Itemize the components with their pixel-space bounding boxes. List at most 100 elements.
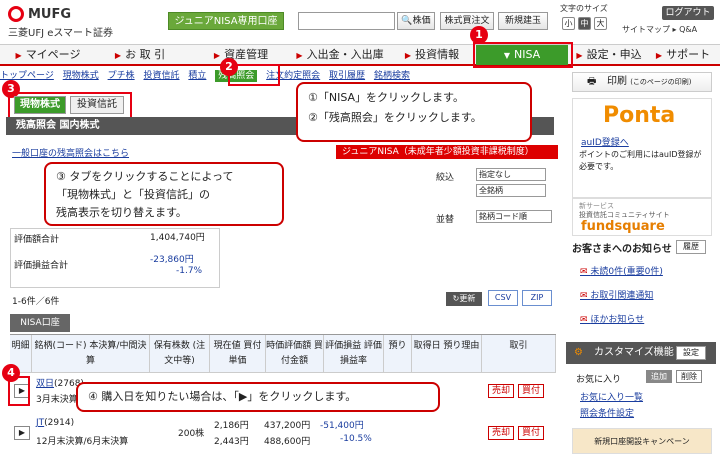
fav-list-link[interactable]: お気に入り一覧 <box>580 390 643 403</box>
font-mid-button[interactable]: 中 <box>578 17 591 30</box>
sell-button-2[interactable]: 売却 <box>488 426 514 440</box>
row-term: 12月末決算/6月末決算 <box>36 437 129 447</box>
bottom-banner[interactable]: 新規口座開設キャンペーン <box>572 428 712 454</box>
sort-select[interactable]: 銘柄コード順 <box>476 210 552 223</box>
th-acquired: 取得日 預り理由 <box>412 335 482 373</box>
top-links[interactable]: サイトマップ ▸ Q&A <box>622 24 697 35</box>
subnav-history[interactable]: 取引履歴 <box>329 71 365 81</box>
fav-add-button[interactable]: 追加 <box>646 370 672 383</box>
callout-steps-1-2: ①「NISA」をクリックします。 ②「残高照会」をクリックします。 <box>296 82 532 142</box>
notice-other[interactable]: ✉ ほかお知らせ <box>580 312 644 325</box>
subnav-stock[interactable]: 現物株式 <box>63 71 99 81</box>
eval-total-value: 1,404,740円 <box>150 233 205 243</box>
zip-button[interactable]: ZIP <box>522 290 552 306</box>
play-icon: ▶ <box>18 428 26 437</box>
ponta-banner[interactable]: Ponta auID登録へ ポイントのご利用にはauID登録が必要です。 <box>572 98 712 198</box>
sell-button[interactable]: 売却 <box>488 384 514 398</box>
row-pl-pct: -10.5% <box>340 434 372 444</box>
result-count: 1-6件／6件 <box>12 297 60 307</box>
font-small-button[interactable]: 小 <box>562 17 575 30</box>
buy-button[interactable]: 買付 <box>518 384 544 398</box>
font-large-button[interactable]: 大 <box>594 17 607 30</box>
subnav-tsumitate[interactable]: 積立 <box>188 71 206 81</box>
row-shares: 200株 <box>178 429 205 439</box>
nav-deposit[interactable]: 入出金・入出庫 <box>292 45 388 65</box>
csv-button[interactable]: CSV <box>488 290 518 306</box>
pl-pct: -1.7% <box>176 266 203 276</box>
callout-3a: ③ タブをクリックすることによって <box>56 170 234 183</box>
th-custody: 預り <box>384 335 412 373</box>
search-icon: 🔍 <box>401 16 413 26</box>
th-name: 銘柄(コード) 本決算/中間決算 <box>32 335 150 373</box>
th-shares: 保有株数 (注文中等) <box>150 335 210 373</box>
narrow-label: 絞込 <box>436 173 455 183</box>
fundsquare-banner[interactable]: 新サービス 投資信託コミュニティサイト fundsquare <box>572 198 712 236</box>
history-button[interactable]: 履歴 <box>676 240 706 254</box>
callout-step-3: ③ タブをクリックすることによって 「現物株式」と「投資信託」の 残高表示を切り… <box>44 162 284 226</box>
mail-icon: ✉ <box>580 315 591 325</box>
subnav-search[interactable]: 銘柄検索 <box>374 71 410 81</box>
notice-trade[interactable]: ✉ お取引関連通知 <box>580 288 653 301</box>
marker-2: 2 <box>220 58 238 76</box>
marker-1: 1 <box>470 26 488 44</box>
custom-settings-button[interactable]: 設定 <box>676 346 706 360</box>
highlight-nisa <box>473 42 573 68</box>
mail-icon: ✉ <box>580 291 591 301</box>
brand-logo[interactable]: MUFG <box>8 6 71 22</box>
row-term: 3月末決算 <box>36 395 78 405</box>
callout-1-text: ①「NISA」をクリックします。 <box>308 91 464 104</box>
mufg-logo-icon <box>8 6 24 22</box>
notice-unread[interactable]: ✉ 未読0件(重要0件) <box>580 264 663 277</box>
refresh-button[interactable]: ↻更新 <box>446 292 482 306</box>
ponta-text: ポイントのご利用にはauID登録が必要です。 <box>579 150 702 171</box>
th-price: 現在値 買付単価 <box>210 335 266 373</box>
row-pl: -51,400円 <box>320 421 364 431</box>
detail-expand-button-2[interactable]: ▶ <box>14 426 30 440</box>
table-row: JT(2914) <box>36 418 75 428</box>
nav-support[interactable]: サポート <box>648 45 718 65</box>
print-button[interactable]: 🖶 印刷 (このページの印刷) <box>572 72 712 92</box>
nav-mypage[interactable]: マイページ <box>8 45 88 65</box>
favorites-label: お気に入り <box>576 375 622 385</box>
callout-step-4: ④ 購入日を知りたい場合は、「▶」をクリックします。 <box>76 382 440 412</box>
row-buy-amt: 488,600円 <box>264 437 311 447</box>
subnav-petit[interactable]: プチ株 <box>108 71 135 81</box>
logout-button[interactable]: ログアウト <box>662 6 714 20</box>
ponta-link[interactable]: auID登録へ <box>581 135 629 148</box>
narrow-select-2[interactable]: 全銘柄 <box>476 184 546 197</box>
gear-icon: ⚙ <box>574 347 583 358</box>
row-eval: 437,200円 <box>264 421 311 431</box>
buy-order-button[interactable]: 株式買注文 <box>440 12 494 30</box>
fav-delete-button[interactable]: 削除 <box>676 370 702 383</box>
font-size-label: 文字のサイズ <box>560 4 608 13</box>
th-eval: 時価評価額 買付金額 <box>266 335 324 373</box>
th-trade: 取引 <box>482 335 556 373</box>
general-account-link[interactable]: 一般口座の残高照会はこちら <box>12 146 129 159</box>
buy-button-2[interactable]: 買付 <box>518 426 544 440</box>
inquiry-settings-link[interactable]: 照会条件設定 <box>580 406 634 419</box>
brand-sub: 三菱UFJ eスマート証券 <box>8 28 114 39</box>
mail-icon: ✉ <box>580 267 591 277</box>
printer-icon: 🖶 <box>587 76 597 87</box>
new-position-button[interactable]: 新規建玉 <box>498 12 548 30</box>
callout-3c: 残高表示を切り替えます。 <box>56 206 187 219</box>
junior-nisa-button[interactable]: ジュニアNISA専用口座 <box>168 12 284 30</box>
pl-value: -23,860円 <box>150 255 194 265</box>
sort-label: 並替 <box>436 215 455 225</box>
pl-label: 評価損益合計 <box>14 261 69 271</box>
nav-info[interactable]: 投資情報 <box>392 45 472 65</box>
nav-settings[interactable]: 設定・申込 <box>574 45 644 65</box>
nav-trade[interactable]: お 取 引 <box>100 45 180 65</box>
nav-assets[interactable]: 資産管理 <box>196 45 286 65</box>
nisa-account-tab: NISA口座 <box>10 314 70 332</box>
global-nav: マイページ お 取 引 資産管理 入出金・入出庫 投資情報 NISA 設定・申込… <box>0 44 720 66</box>
th-pl: 評価損益 評価損益率 <box>324 335 384 373</box>
callout-2-text: ②「残高照会」をクリックします。 <box>308 111 482 124</box>
callout-3b: 「現物株式」と「投資信託」の <box>56 188 210 201</box>
highlight-expand <box>8 376 30 406</box>
stock-price-button[interactable]: 🔍株価 <box>397 12 435 30</box>
subnav-fund[interactable]: 投資信託 <box>143 71 179 81</box>
narrow-select-1[interactable]: 指定なし <box>476 168 546 181</box>
sub-nav: トップページ 現物株式 プチ株 投資信託 積立 残高照会 注文約定照会 取引履歴… <box>0 68 560 83</box>
search-input[interactable] <box>298 12 395 30</box>
